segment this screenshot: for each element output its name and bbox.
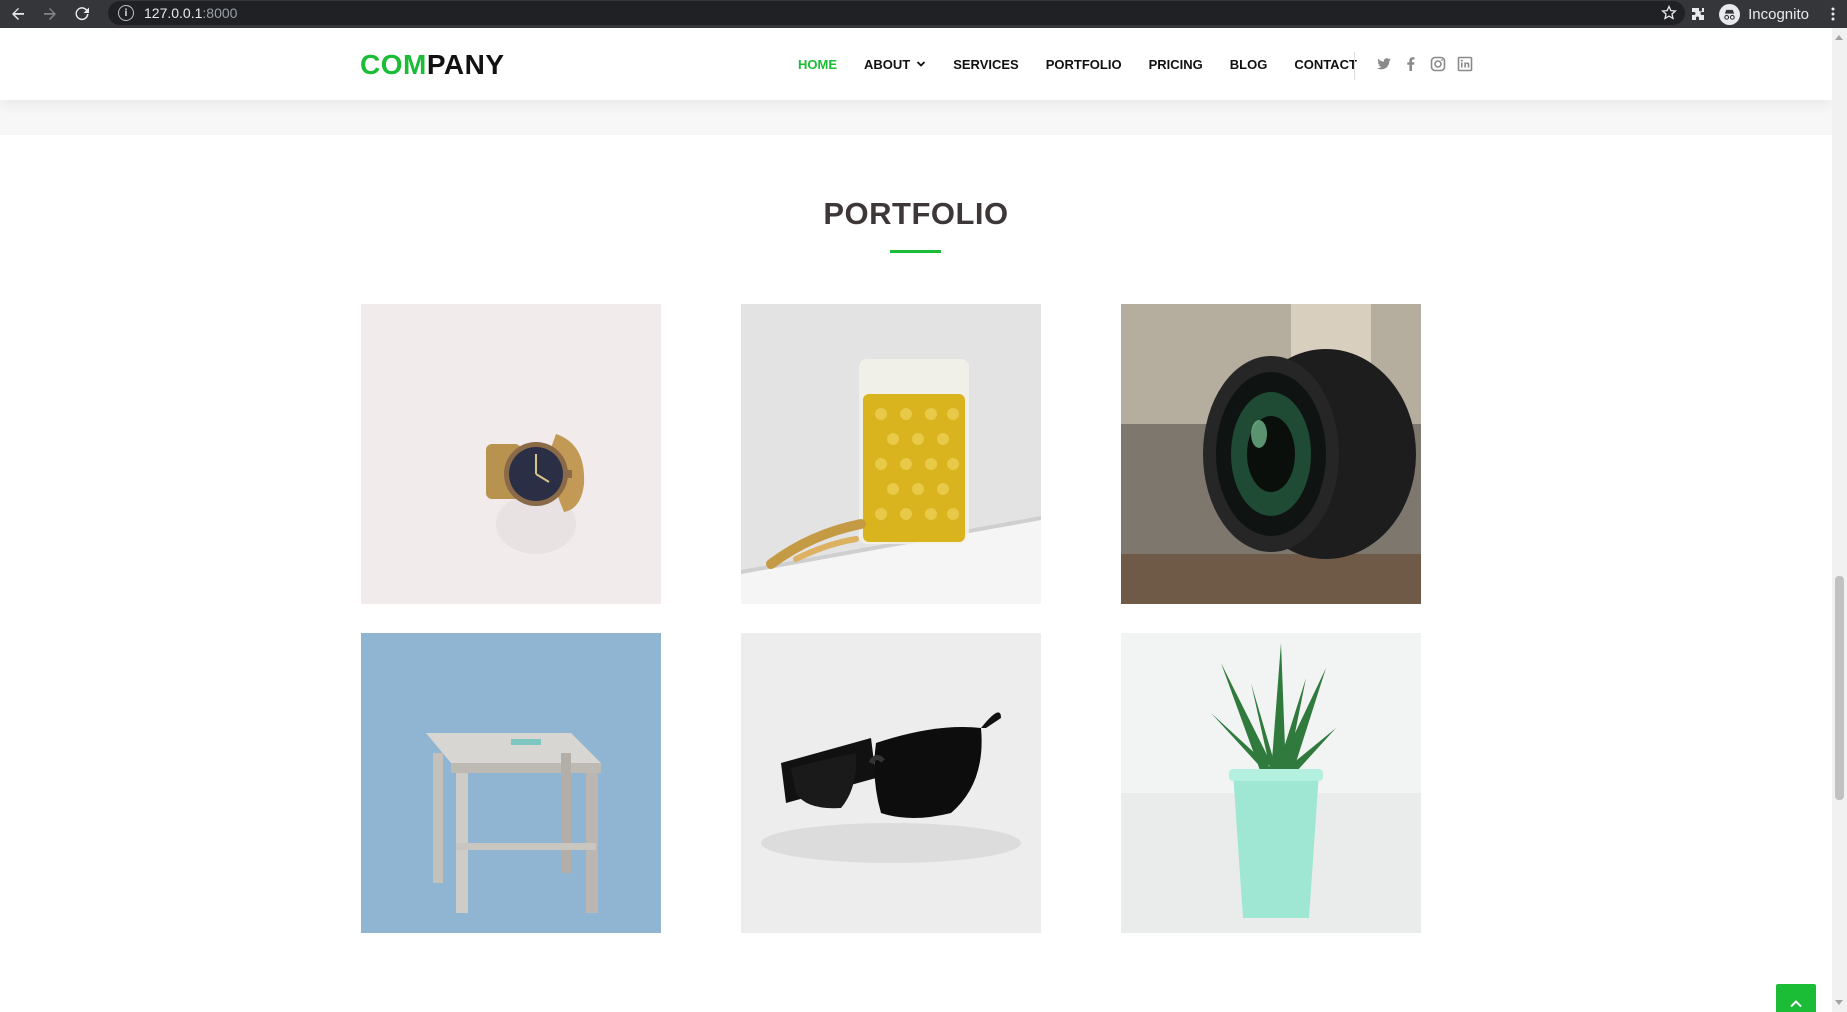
page-scrollbar[interactable] — [1832, 28, 1847, 1012]
extensions-button[interactable] — [1684, 0, 1712, 28]
nav-divider — [1354, 52, 1355, 80]
nav-about-label: ABOUT — [864, 56, 911, 72]
logo-part-dark: PANY — [426, 49, 505, 80]
incognito-icon — [1719, 3, 1741, 25]
nav-pricing[interactable]: PRICING — [1149, 57, 1203, 72]
facebook-icon[interactable] — [1402, 56, 1419, 73]
social-links — [1375, 28, 1483, 100]
arrow-left-icon — [12, 8, 24, 20]
reload-button[interactable] — [68, 0, 96, 28]
nav-portfolio[interactable]: PORTFOLIO — [1046, 57, 1122, 72]
page-viewport: COMPANY HOME ABOUT SERVICES PORTFOLIO PR… — [0, 28, 1832, 1012]
profile-label: Incognito — [1748, 5, 1809, 23]
back-to-top-button[interactable] — [1776, 984, 1816, 1012]
logo-part-accent: COM — [360, 49, 427, 80]
portfolio-item-stool[interactable] — [361, 633, 661, 933]
watch-image — [361, 304, 661, 604]
site-header: COMPANY HOME ABOUT SERVICES PORTFOLIO PR… — [0, 28, 1832, 100]
glass-image — [741, 304, 1041, 604]
reload-icon — [75, 7, 89, 21]
scroll-up-arrow[interactable] — [1835, 35, 1843, 40]
portfolio-item-watch[interactable] — [361, 304, 661, 604]
chevron-up-icon — [1790, 1000, 1802, 1008]
portfolio-item-glass[interactable] — [741, 304, 1041, 604]
succulent-image — [1121, 633, 1421, 933]
bookmark-star-icon[interactable] — [1661, 5, 1677, 21]
browser-menu-button[interactable] — [1819, 0, 1847, 28]
address-bar[interactable]: i 127.0.0.1:8000 — [108, 1, 1685, 25]
site-info-icon[interactable]: i — [118, 5, 134, 21]
more-vert-icon — [1831, 7, 1835, 21]
puzzle-icon — [1692, 8, 1705, 20]
camera-lens-image — [1121, 304, 1421, 604]
sunglasses-image — [741, 633, 1041, 933]
scrollbar-thumb[interactable] — [1835, 576, 1844, 800]
arrow-right-icon — [44, 8, 56, 20]
stool-image — [361, 633, 661, 933]
twitter-icon[interactable] — [1375, 56, 1392, 73]
portfolio-item-plant[interactable] — [1121, 633, 1421, 933]
incognito-profile[interactable]: Incognito — [1716, 2, 1819, 26]
nav-blog[interactable]: BLOG — [1230, 57, 1268, 72]
browser-toolbar: i 127.0.0.1:8000 Incognito — [0, 0, 1847, 28]
url-port: :8000 — [202, 5, 238, 21]
nav-home[interactable]: HOME — [798, 57, 837, 72]
nav-services[interactable]: SERVICES — [953, 57, 1019, 72]
chevron-down-icon — [917, 61, 926, 67]
previous-section-edge — [0, 100, 1832, 135]
portfolio-item-lens[interactable] — [1121, 304, 1421, 604]
section-title: PORTFOLIO — [823, 196, 1009, 231]
portfolio-item-sunglasses[interactable] — [741, 633, 1041, 933]
title-underline — [890, 250, 941, 253]
site-logo[interactable]: COMPANY — [360, 49, 505, 81]
nav-contact[interactable]: CONTACT — [1294, 57, 1357, 72]
back-button[interactable] — [4, 0, 32, 28]
nav-about[interactable]: ABOUT — [864, 57, 926, 72]
linkedin-icon[interactable] — [1456, 56, 1473, 73]
instagram-icon[interactable] — [1429, 56, 1446, 73]
url-host: 127.0.0.1 — [144, 5, 203, 21]
forward-button[interactable] — [36, 0, 64, 28]
main-nav: HOME ABOUT SERVICES PORTFOLIO PRICING BL… — [798, 28, 1384, 100]
scroll-down-arrow[interactable] — [1835, 1000, 1843, 1005]
